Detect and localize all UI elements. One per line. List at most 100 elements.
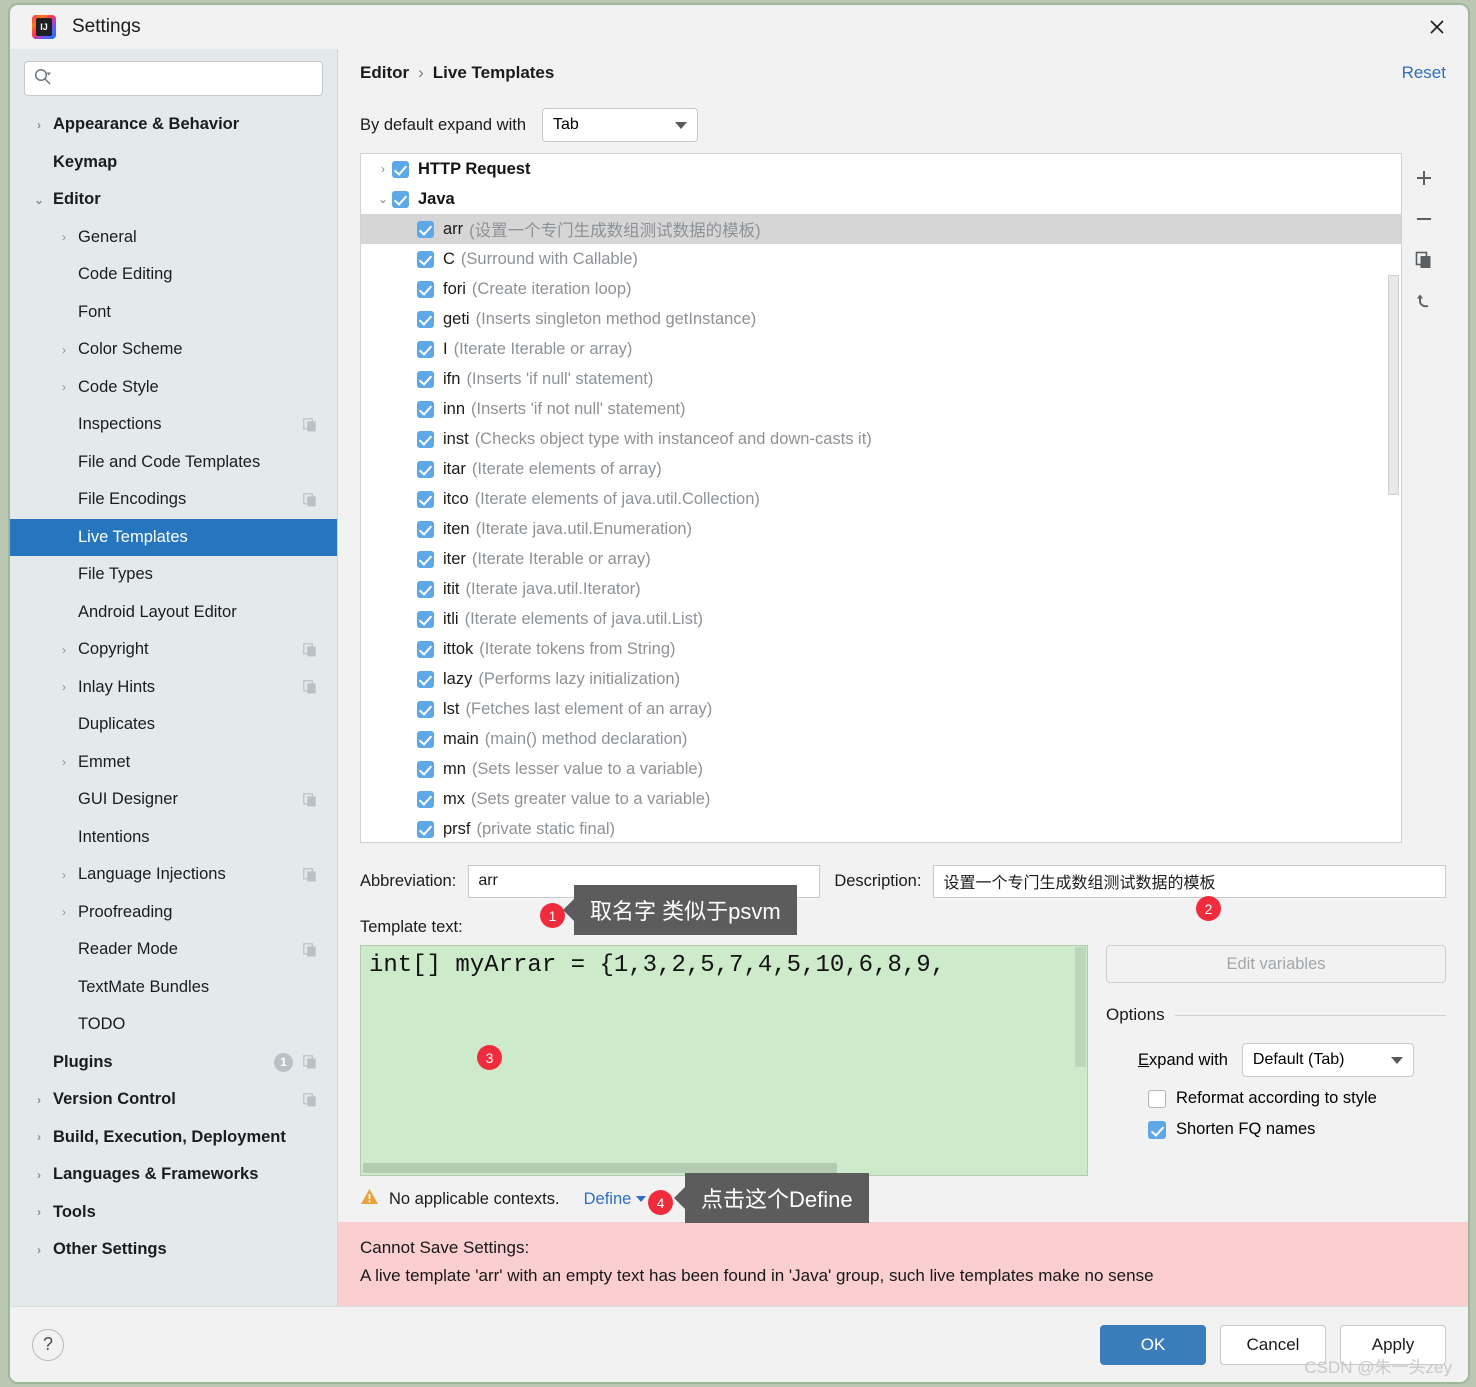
editor-horizontal-scrollbar[interactable]: [363, 1163, 837, 1173]
remove-icon[interactable]: [1409, 204, 1439, 234]
ok-button[interactable]: OK: [1100, 1324, 1206, 1365]
apply-button[interactable]: Apply: [1340, 1324, 1446, 1365]
editor-vertical-scrollbar[interactable]: [1075, 947, 1086, 1067]
sidebar-item-other-settings[interactable]: › Other Settings: [10, 1231, 337, 1269]
sidebar-item-general[interactable]: › General: [10, 219, 337, 257]
copy-settings-icon[interactable]: [303, 642, 317, 657]
template-checkbox[interactable]: [417, 460, 434, 478]
template-row[interactable]: C (Surround with Callable): [361, 244, 1401, 274]
template-checkbox[interactable]: [417, 490, 434, 508]
chevron-right-icon[interactable]: ›: [31, 1131, 47, 1143]
template-checkbox[interactable]: [417, 250, 434, 268]
sidebar-item-color-scheme[interactable]: › Color Scheme: [10, 331, 337, 369]
template-row[interactable]: itit (Iterate java.util.Iterator): [361, 574, 1401, 604]
template-row[interactable]: inst (Checks object type with instanceof …: [361, 424, 1401, 454]
template-checkbox[interactable]: [417, 430, 434, 448]
template-checkbox[interactable]: [417, 340, 434, 358]
copy-settings-icon[interactable]: [303, 680, 317, 694]
sidebar-item-file-types[interactable]: File Types: [10, 556, 337, 594]
sidebar-item-editor[interactable]: ⌄ Editor: [10, 181, 337, 219]
template-row[interactable]: lst (Fetches last element of an array): [361, 694, 1401, 724]
search-box[interactable]: [24, 61, 323, 96]
copy-settings-icon[interactable]: [303, 492, 317, 507]
chevron-right-icon[interactable]: ›: [31, 1169, 47, 1181]
template-list-scrollbar[interactable]: [1387, 155, 1400, 841]
duplicate-icon[interactable]: [1409, 245, 1439, 275]
sidebar-item-code-style[interactable]: › Code Style: [10, 369, 337, 407]
template-row[interactable]: lazy (Performs lazy initialization): [361, 664, 1401, 694]
copy-settings-icon[interactable]: [303, 1055, 317, 1069]
chevron-right-icon[interactable]: ›: [56, 869, 72, 881]
template-checkbox[interactable]: [417, 550, 434, 568]
sidebar-item-code-editing[interactable]: Code Editing: [10, 256, 337, 294]
template-row[interactable]: arr (设置一个专门生成数组测试数据的模板): [361, 214, 1401, 244]
chevron-right-icon[interactable]: ›: [56, 231, 72, 243]
template-row[interactable]: ittok (Iterate tokens from String): [361, 634, 1401, 664]
template-checkbox[interactable]: [417, 760, 434, 778]
chevron-right-icon[interactable]: ›: [56, 681, 72, 693]
chevron-right-icon[interactable]: ›: [56, 344, 72, 356]
template-checkbox[interactable]: [417, 520, 434, 538]
chevron-right-icon[interactable]: ›: [31, 1244, 47, 1256]
sidebar-item-tools[interactable]: › Tools: [10, 1194, 337, 1232]
chevron-right-icon[interactable]: ›: [56, 906, 72, 918]
template-row[interactable]: itco (Iterate elements of java.util.Colle…: [361, 484, 1401, 514]
template-row[interactable]: main (main() method declaration): [361, 724, 1401, 754]
sidebar-item-font[interactable]: Font: [10, 294, 337, 332]
cancel-button[interactable]: Cancel: [1220, 1324, 1326, 1365]
sidebar-item-keymap[interactable]: Keymap: [10, 144, 337, 182]
chevron-right-icon[interactable]: ›: [31, 119, 47, 131]
template-row[interactable]: iten (Iterate java.util.Enumeration): [361, 514, 1401, 544]
template-checkbox[interactable]: [417, 640, 434, 658]
expand-with-select[interactable]: Default (Tab): [1241, 1043, 1414, 1077]
template-checkbox[interactable]: [417, 670, 434, 688]
sidebar-item-todo[interactable]: TODO: [10, 1006, 337, 1044]
copy-settings-icon[interactable]: [303, 942, 317, 957]
help-button[interactable]: ?: [32, 1328, 64, 1361]
template-checkbox[interactable]: [417, 790, 434, 808]
template-checkbox[interactable]: [417, 580, 434, 598]
default-expand-select[interactable]: Tab: [542, 108, 699, 142]
revert-icon[interactable]: [1409, 286, 1439, 316]
sidebar-item-live-templates[interactable]: Live Templates: [10, 518, 337, 556]
sidebar-item-emmet[interactable]: › Emmet: [10, 744, 337, 782]
sidebar-item-intentions[interactable]: Intentions: [10, 819, 337, 857]
search-input[interactable]: [52, 69, 314, 88]
add-icon[interactable]: [1409, 163, 1439, 193]
template-row[interactable]: mn (Sets lesser value to a variable): [361, 754, 1401, 784]
sidebar-item-file-and-code-templates[interactable]: File and Code Templates: [10, 444, 337, 482]
template-row[interactable]: fori (Create iteration loop): [361, 274, 1401, 304]
sidebar-item-build-execution-deployment[interactable]: › Build, Execution, Deployment: [10, 1119, 337, 1157]
sidebar-item-textmate-bundles[interactable]: TextMate Bundles: [10, 969, 337, 1007]
sidebar-item-proofreading[interactable]: › Proofreading: [10, 894, 337, 932]
copy-settings-icon[interactable]: [303, 417, 317, 432]
chevron-right-icon[interactable]: ›: [56, 381, 72, 393]
template-checkbox[interactable]: [417, 820, 434, 838]
sidebar-item-reader-mode[interactable]: Reader Mode: [10, 931, 337, 969]
sidebar-item-languages-frameworks[interactable]: › Languages & Frameworks: [10, 1156, 337, 1194]
description-input[interactable]: 设置一个专门生成数组测试数据的模板: [933, 864, 1446, 898]
breadcrumb-parent[interactable]: Editor: [360, 63, 409, 83]
template-checkbox[interactable]: [417, 400, 434, 418]
chevron-down-icon[interactable]: ⌄: [31, 194, 47, 206]
chevron-right-icon[interactable]: ›: [31, 1206, 47, 1218]
copy-settings-icon[interactable]: [303, 867, 317, 882]
reformat-option-row[interactable]: Reformat according to style: [1106, 1089, 1446, 1108]
chevron-right-icon[interactable]: ›: [56, 644, 72, 656]
template-checkbox[interactable]: [392, 160, 409, 178]
template-row[interactable]: I (Iterate Iterable or array): [361, 334, 1401, 364]
template-row[interactable]: › HTTP Request: [361, 154, 1401, 184]
edit-variables-button[interactable]: Edit variables: [1106, 945, 1446, 983]
shorten-option-row[interactable]: Shorten FQ names: [1106, 1120, 1446, 1139]
sidebar-item-appearance-behavior[interactable]: › Appearance & Behavior: [10, 106, 337, 144]
sidebar-item-gui-designer[interactable]: GUI Designer: [10, 781, 337, 819]
chevron-right-icon[interactable]: ›: [31, 1094, 47, 1106]
template-row[interactable]: itli (Iterate elements of java.util.List): [361, 604, 1401, 634]
sidebar-item-file-encodings[interactable]: File Encodings: [10, 481, 337, 519]
template-checkbox[interactable]: [417, 220, 434, 238]
sidebar-item-language-injections[interactable]: › Language Injections: [10, 856, 337, 894]
template-checkbox[interactable]: [417, 700, 434, 718]
define-link[interactable]: Define: [584, 1190, 647, 1209]
sidebar-item-duplicates[interactable]: Duplicates: [10, 706, 337, 744]
scrollbar-thumb[interactable]: [1388, 275, 1399, 495]
